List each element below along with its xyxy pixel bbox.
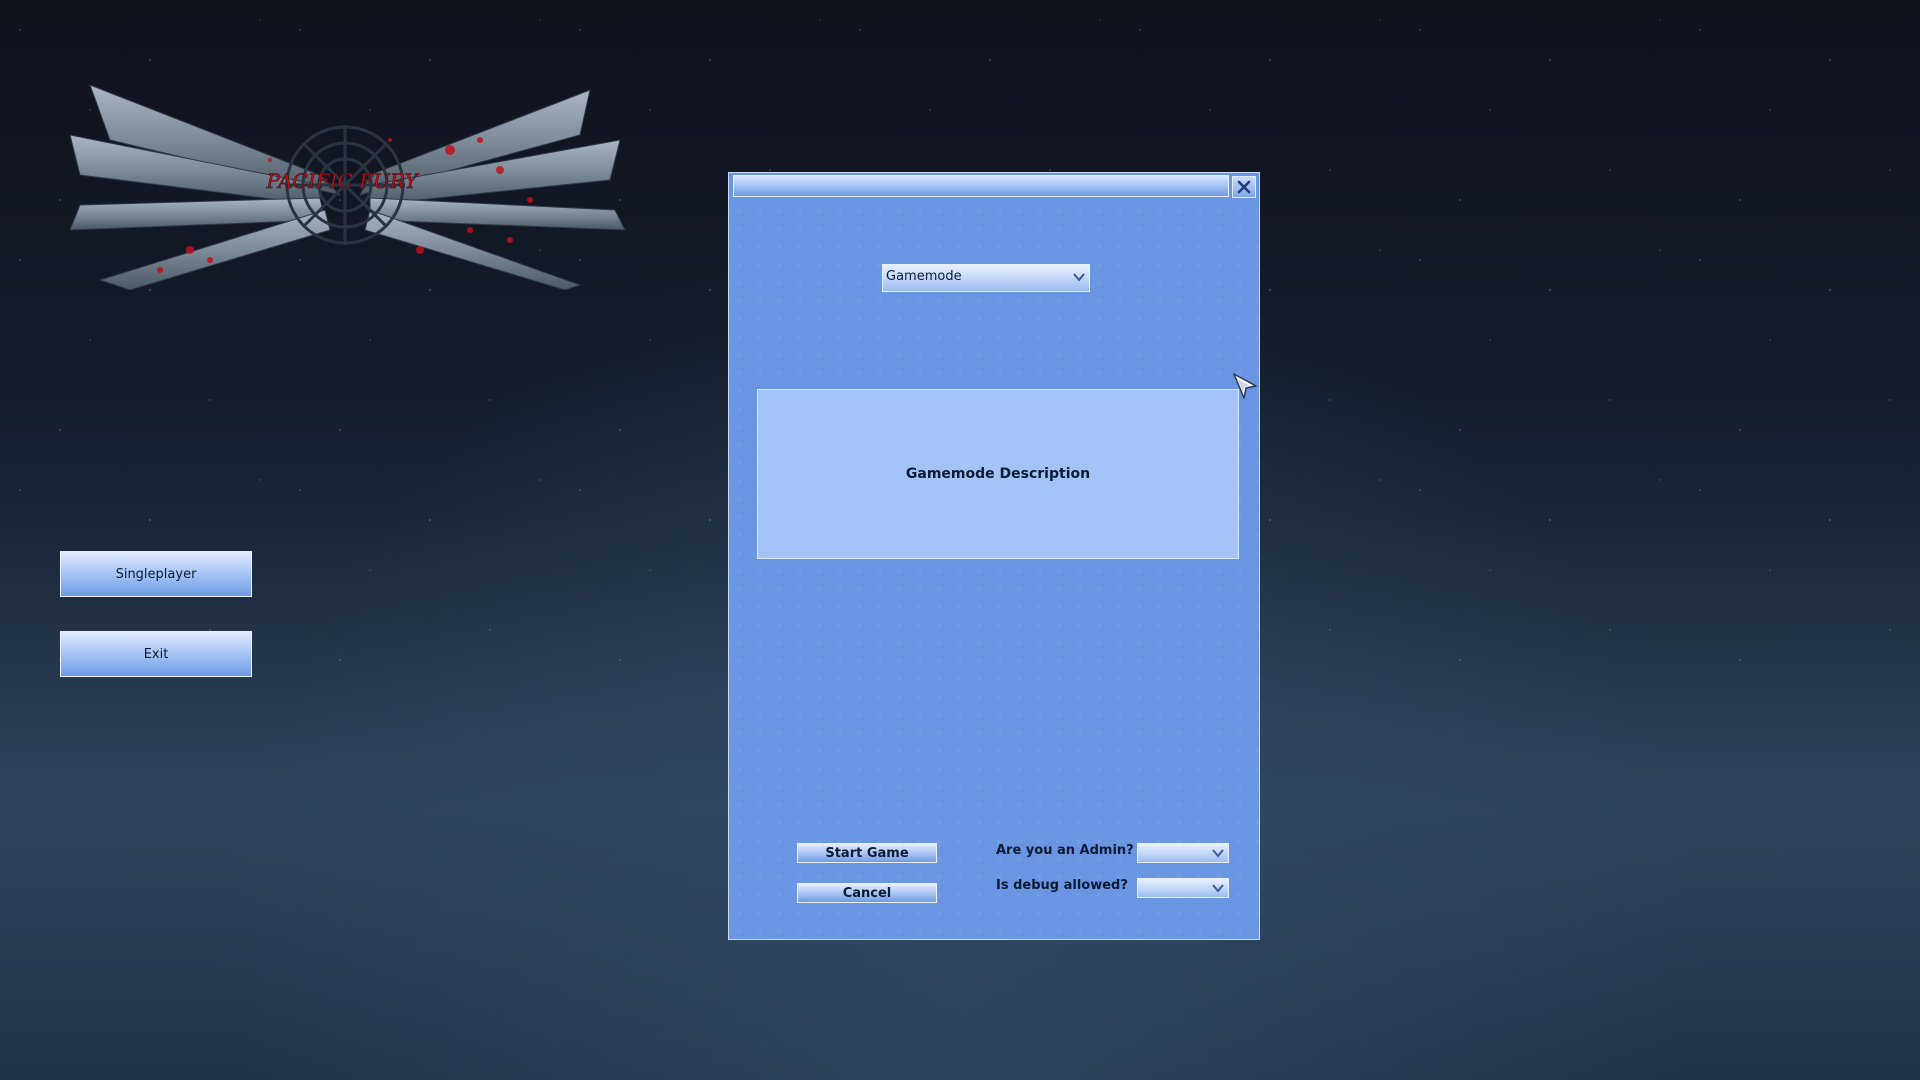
- close-icon: [1237, 180, 1251, 194]
- admin-label: Are you an Admin?: [996, 843, 1134, 858]
- logo-title: PACIFIC FURY: [265, 169, 419, 193]
- dialog-titlebar[interactable]: [733, 175, 1229, 197]
- mouse-cursor-icon: [1233, 373, 1257, 399]
- new-game-dialog: Gamemode Gamemode Description Start Game…: [728, 172, 1260, 940]
- gamemode-select-value: Gamemode: [886, 269, 962, 284]
- singleplayer-label: Singleplayer: [115, 566, 197, 582]
- singleplayer-button[interactable]: Singleplayer: [60, 551, 252, 597]
- admin-select[interactable]: [1137, 843, 1229, 863]
- chevron-down-icon: [1073, 273, 1085, 282]
- exit-button[interactable]: Exit: [60, 631, 252, 677]
- cancel-button[interactable]: Cancel: [797, 883, 937, 903]
- chevron-down-icon: [1212, 849, 1224, 858]
- gamemode-description-box: Gamemode Description: [757, 389, 1239, 559]
- gamemode-select[interactable]: Gamemode: [882, 264, 1090, 292]
- gamemode-description: Gamemode Description: [905, 466, 1091, 482]
- chevron-down-icon: [1212, 884, 1224, 893]
- start-game-button[interactable]: Start Game: [797, 843, 937, 863]
- debug-select[interactable]: [1137, 878, 1229, 898]
- close-button[interactable]: [1232, 176, 1256, 198]
- cancel-label: Cancel: [842, 885, 892, 901]
- exit-label: Exit: [143, 646, 169, 662]
- debug-label: Is debug allowed?: [996, 878, 1128, 893]
- dialog-background-pattern: [729, 201, 1259, 939]
- start-game-label: Start Game: [825, 845, 909, 861]
- game-logo: PACIFIC FURY: [70, 84, 626, 290]
